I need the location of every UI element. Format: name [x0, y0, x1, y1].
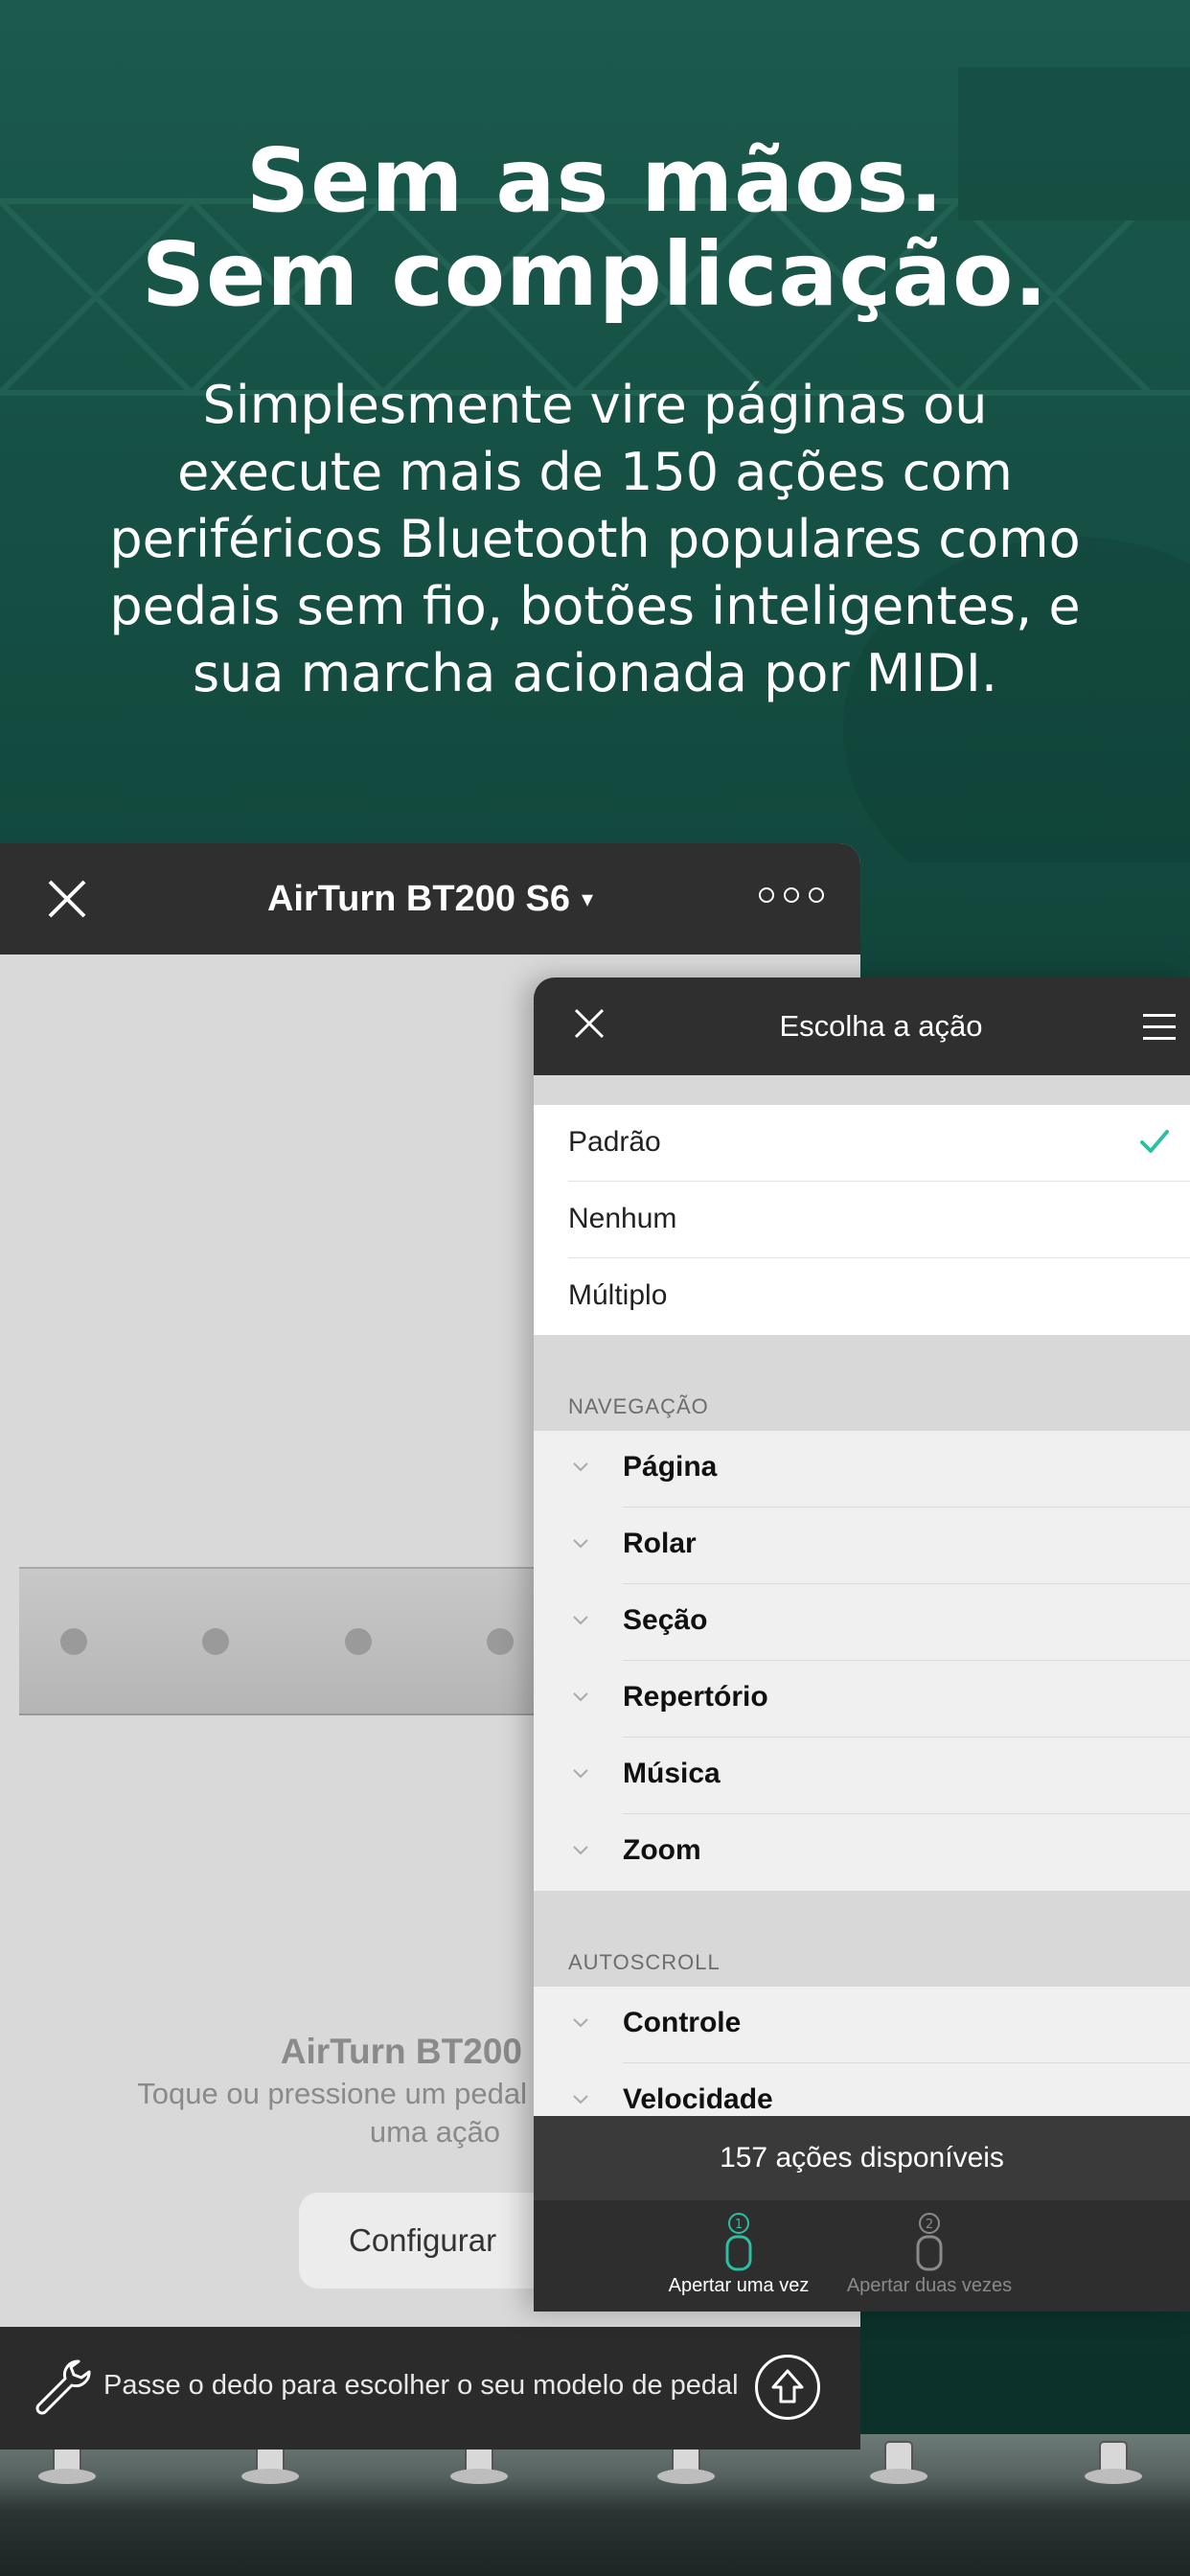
device-selector[interactable]: AirTurn BT200 S6 ▾	[0, 843, 860, 954]
option-row-none[interactable]: Nenhum	[534, 1182, 1190, 1258]
headline-line-2: Sem complicação.	[141, 223, 1049, 326]
chevron-down-icon	[573, 1769, 588, 1779]
chevron-down-icon	[573, 2095, 588, 2104]
category-row-page[interactable]: Página	[534, 1431, 1190, 1507]
action-chooser-panel: Escolha a ação Padrão Nenhum Múltiplo NA…	[534, 978, 1190, 2312]
device-hint-line-1: Toque ou pressione um pedal	[137, 2077, 527, 2110]
dropdown-caret-icon: ▾	[582, 886, 594, 912]
subhead-line-1: Simplesmente vire páginas ou	[202, 375, 988, 435]
device-topbar: AirTurn BT200 S6 ▾	[0, 843, 860, 954]
pedal-2[interactable]	[202, 1628, 229, 1655]
section-header-navigation: NAVEGAÇÃO	[568, 1394, 709, 1418]
more-options-icon[interactable]	[759, 887, 824, 910]
chevron-down-icon	[573, 2018, 588, 2028]
wrench-icon	[35, 2359, 91, 2415]
category-label: Velocidade	[623, 2083, 773, 2115]
pedal-1[interactable]	[60, 1628, 87, 1655]
configure-button[interactable]: Configurar	[299, 2193, 548, 2288]
chevron-down-icon	[573, 1692, 588, 1702]
tap-twice-number: 2	[926, 2218, 933, 2232]
pedal-3[interactable]	[345, 1628, 372, 1655]
option-row-multiple[interactable]: Múltiplo	[534, 1258, 1190, 1335]
pedal-4[interactable]	[487, 1628, 514, 1655]
action-topbar: Escolha a ação	[534, 978, 1190, 1075]
press-twice-label: Apertar duas vezes	[846, 2275, 1013, 2296]
category-row-control[interactable]: Controle	[534, 1987, 1190, 2063]
category-label: Controle	[623, 2007, 742, 2038]
category-label: Página	[623, 1451, 718, 1483]
pedal-strip	[19, 1567, 594, 1715]
press-once-label: Apertar uma vez	[668, 2275, 810, 2296]
category-row-setlist[interactable]: Repertório	[534, 1661, 1190, 1737]
category-label: Zoom	[623, 1834, 701, 1866]
chevron-down-icon	[573, 1462, 588, 1472]
floor-pedal-switches	[38, 2441, 1142, 2484]
device-title: AirTurn BT200 S6	[266, 878, 570, 919]
menu-icon[interactable]	[1143, 1014, 1176, 1041]
headline-line-1: Sem as mãos.	[245, 129, 945, 232]
category-label: Música	[623, 1758, 721, 1789]
tap-twice-icon: 2	[916, 2213, 943, 2271]
checkmark-icon	[1140, 1130, 1169, 1153]
subhead-line-4: pedais sem fio, botões inteligentes, e	[109, 576, 1081, 636]
chevron-down-icon	[573, 1846, 588, 1855]
option-label: Múltiplo	[568, 1279, 668, 1311]
swipe-hint-bar[interactable]: Passe o dedo para escolher o seu modelo …	[0, 2327, 860, 2450]
tap-once-number: 1	[735, 2218, 743, 2232]
press-once-tab[interactable]: 1 Apertar uma vez	[633, 2200, 844, 2312]
category-label: Seção	[623, 1604, 708, 1636]
available-actions-count: 157 ações disponíveis	[534, 2116, 1190, 2200]
option-label: Nenhum	[568, 1203, 677, 1234]
subhead-line-5: sua marcha acionada por MIDI.	[192, 643, 998, 703]
category-row-zoom[interactable]: Zoom	[534, 1814, 1190, 1891]
swipe-hint-text: Passe o dedo para escolher o seu modelo …	[103, 2370, 739, 2401]
floor-pedal-board	[0, 2434, 1190, 2576]
category-row-scroll[interactable]: Rolar	[534, 1507, 1190, 1584]
category-label: Rolar	[623, 1528, 697, 1559]
press-mode-bar: 1 Apertar uma vez 2 Apertar duas vezes	[534, 2200, 1190, 2312]
swipe-up-icon[interactable]	[755, 2355, 820, 2420]
device-hint: Toque ou pressione um pedal uma ação	[57, 2075, 527, 2151]
section-header-autoscroll: AUTOSCROLL	[568, 1950, 721, 1974]
subhead-line-2: execute mais de 150 ações com	[177, 442, 1013, 502]
subheadline: Simplesmente vire páginas ou execute mai…	[38, 372, 1152, 707]
category-label: Repertório	[623, 1681, 768, 1713]
close-icon[interactable]	[44, 876, 90, 922]
action-panel-title: Escolha a ação	[779, 1009, 983, 1043]
category-row-section[interactable]: Seção	[534, 1584, 1190, 1661]
option-label: Padrão	[568, 1126, 661, 1158]
option-row-default[interactable]: Padrão	[534, 1105, 1190, 1182]
device-name: AirTurn BT200	[280, 2032, 522, 2071]
subhead-line-3: periféricos Bluetooth populares como	[109, 509, 1081, 569]
press-twice-tab[interactable]: 2 Apertar duas vezes	[824, 2200, 1035, 2312]
headline: Sem as mãos. Sem complicação.	[0, 134, 1190, 322]
category-row-song[interactable]: Música	[534, 1737, 1190, 1814]
device-hint-line-2: uma ação	[369, 2115, 500, 2149]
tap-once-icon: 1	[725, 2213, 752, 2271]
chevron-down-icon	[573, 1616, 588, 1625]
chevron-down-icon	[573, 1539, 588, 1549]
